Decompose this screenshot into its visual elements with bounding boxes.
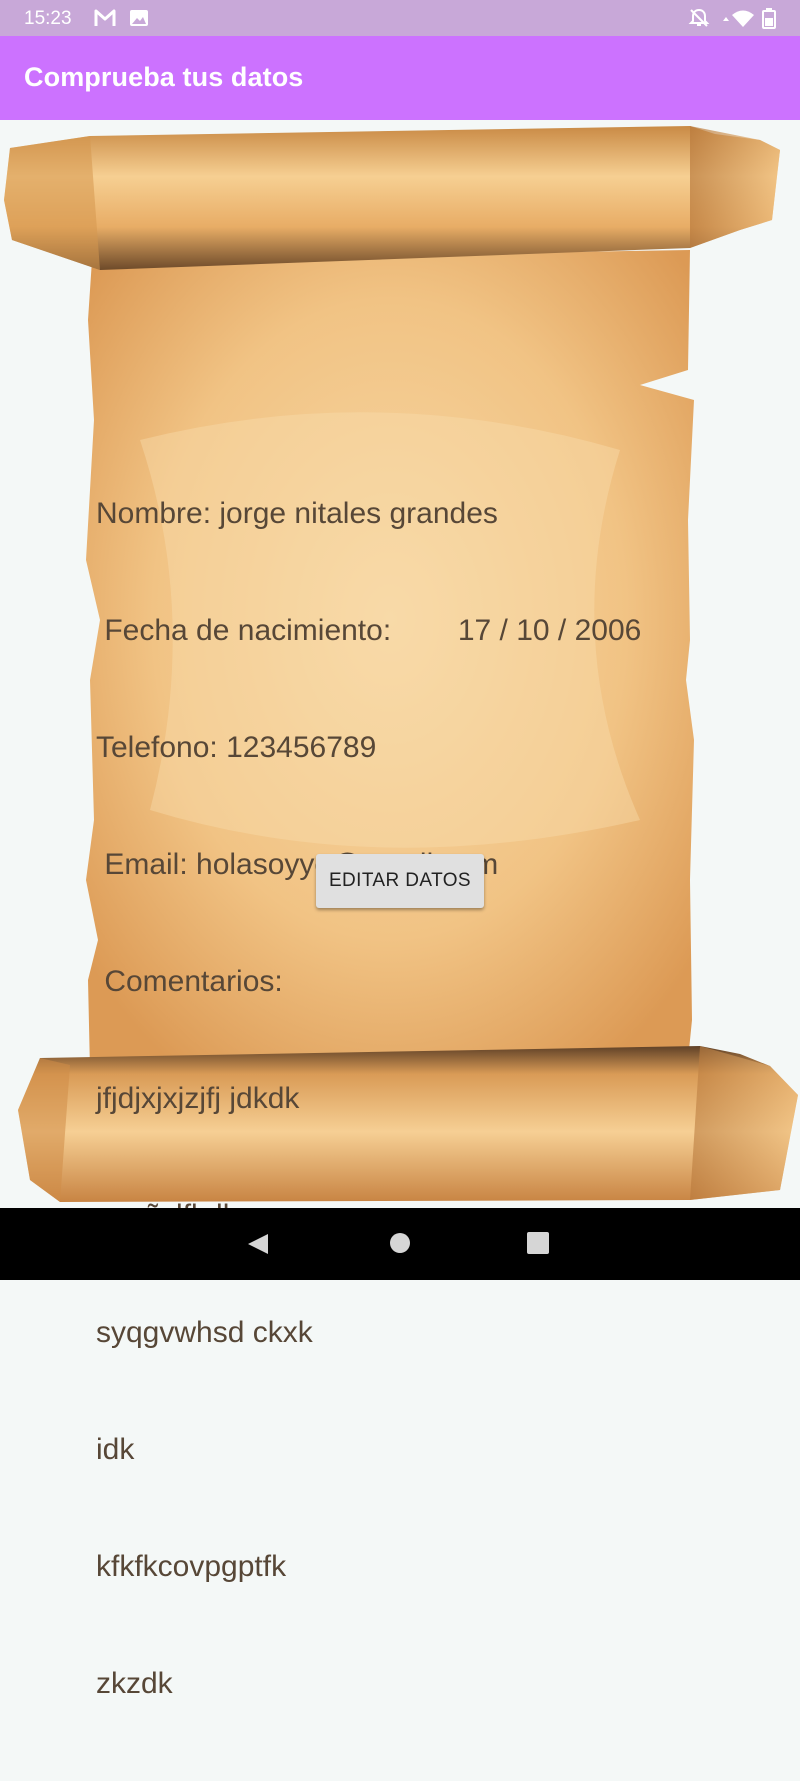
notifications-off-icon: [688, 8, 710, 27]
back-icon[interactable]: [246, 1232, 270, 1256]
phone-text: Telefono: 123456789: [96, 731, 377, 764]
comment-line: syqgvwhsd ckxk: [96, 1316, 313, 1349]
app-bar: Comprueba tus datos: [0, 36, 800, 120]
status-time: 15:23: [24, 8, 72, 29]
home-icon[interactable]: [389, 1232, 411, 1254]
name-text: Nombre: jorge nitales grandes: [96, 497, 498, 530]
recents-icon[interactable]: [527, 1232, 549, 1254]
edit-data-button[interactable]: EDITAR DATOS: [316, 854, 484, 908]
comment-line: zkzdk: [96, 1667, 173, 1700]
comment-line: kfkfkcovpgptfk: [96, 1550, 287, 1583]
image-icon: [130, 10, 148, 26]
main-content: Nombre: jorge nitales grandes Fecha de n…: [0, 120, 800, 1700]
status-bar: 15:23: [0, 0, 800, 36]
comment-line: jfjdjxjxjzjfj jdkdk: [96, 1082, 300, 1115]
birthdate-text: Fecha de nacimiento: 17 / 10 / 2006: [96, 614, 642, 647]
navigation-bar: [0, 1208, 800, 1280]
comment-line: idk: [96, 1433, 135, 1466]
gmail-icon: [94, 9, 116, 26]
user-data-summary: Nombre: jorge nitales grandes Fecha de n…: [96, 416, 706, 1781]
wifi-icon: [723, 10, 754, 27]
battery-icon: [762, 8, 776, 29]
comments-label: Comentarios:: [96, 965, 283, 998]
page-title: Comprueba tus datos: [24, 62, 304, 92]
